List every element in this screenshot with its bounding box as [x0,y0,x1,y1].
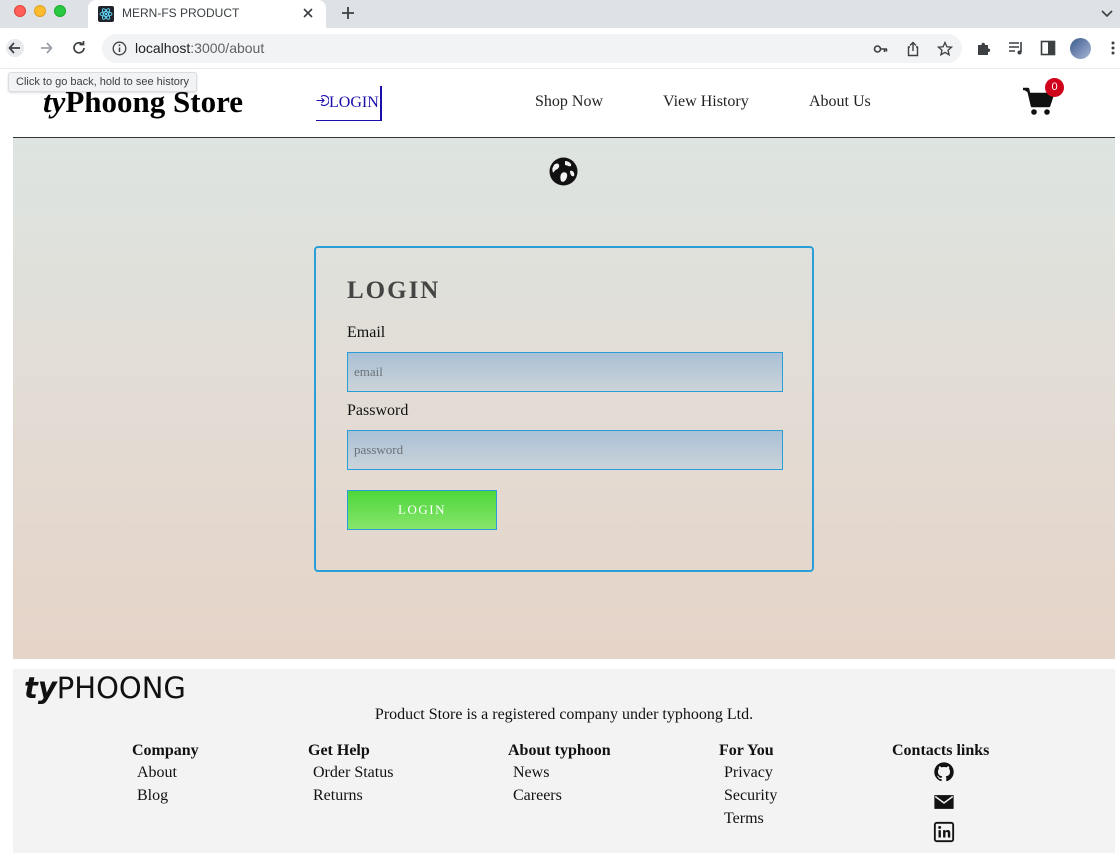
footer-column-about-typhoon: About typhoon News Careers [508,742,611,806]
site-footer: tyPHOONG Product Store is a registered c… [13,669,1115,853]
site-info-icon[interactable] [112,41,127,56]
back-button-tooltip: Click to go back, hold to see history [8,72,198,92]
browser-toolbar: localhost:3000/about [0,28,1120,69]
globe-icon [549,157,578,186]
footer-column-title: Get Help [308,742,370,759]
browser-tab[interactable]: MERN-FS PRODUCT [88,0,326,28]
footer-link-terms[interactable]: Terms [724,809,777,829]
footer-link-blog[interactable]: Blog [137,786,199,806]
address-bar[interactable]: localhost:3000/about [102,34,962,63]
footer-link-returns[interactable]: Returns [313,786,393,806]
reload-icon[interactable] [70,39,88,57]
footer-link-security[interactable]: Security [724,786,777,806]
password-label: Password [347,402,409,419]
linkedin-icon[interactable] [933,821,955,843]
login-card: LOGIN Email Password LOGIN [314,246,814,572]
tab-search-chevron-icon[interactable] [1100,6,1114,20]
share-icon[interactable] [905,41,921,57]
footer-tagline: Product Store is a registered company un… [374,706,754,723]
new-tab-icon[interactable] [340,5,356,21]
github-icon[interactable] [933,761,955,783]
browser-tab-bar: MERN-FS PRODUCT [0,0,1120,28]
window-close-button[interactable] [14,5,26,17]
login-icon [316,94,329,107]
profile-avatar[interactable] [1070,38,1091,59]
email-label: Email [347,324,386,341]
side-panel-icon[interactable] [1040,40,1056,56]
window-minimize-button[interactable] [34,5,46,17]
login-title: LOGIN [347,277,441,304]
key-icon[interactable] [873,41,889,57]
login-page-main: LOGIN Email Password LOGIN [13,138,1115,659]
nav-about-us[interactable]: About Us [809,93,871,111]
footer-column-get-help: Get Help Order Status Returns [308,742,393,806]
footer-column-title: About typhoon [508,742,611,759]
footer-column-title: Company [132,742,199,759]
url-text[interactable]: localhost:3000/about [135,40,264,56]
back-arrow-icon[interactable] [6,39,24,57]
footer-column-company: Company About Blog [132,742,199,806]
footer-link-news[interactable]: News [513,763,611,783]
chrome-menu-icon[interactable] [1108,40,1118,56]
footer-column-for-you: For You Privacy Security Terms [719,742,777,829]
cart-count-badge: 0 [1045,78,1064,97]
footer-link-order-status[interactable]: Order Status [313,763,393,783]
media-playlist-icon[interactable] [1008,40,1024,56]
email-input[interactable] [347,352,783,392]
nav-view-history[interactable]: View History [663,93,749,111]
footer-column-contacts: Contacts links [892,742,989,760]
window-zoom-button[interactable] [54,5,66,17]
footer-logo: tyPHOONG [24,671,186,705]
forward-arrow-icon[interactable] [38,39,56,57]
password-input[interactable] [347,430,783,470]
header-login-link[interactable]: LOGIN [316,86,382,121]
footer-column-title: Contacts links [892,742,990,759]
extensions-puzzle-icon[interactable] [976,40,992,56]
footer-column-title: For You [719,742,774,759]
tab-title: MERN-FS PRODUCT [122,6,240,20]
mail-icon[interactable] [933,791,955,813]
close-tab-icon[interactable] [300,5,316,21]
nav-shop-now[interactable]: Shop Now [535,93,603,111]
react-favicon-icon [98,6,114,22]
footer-link-careers[interactable]: Careers [513,786,611,806]
footer-link-about[interactable]: About [137,763,199,783]
login-submit-button[interactable]: LOGIN [347,490,497,530]
bookmark-star-icon[interactable] [937,41,953,57]
footer-link-privacy[interactable]: Privacy [724,763,777,783]
